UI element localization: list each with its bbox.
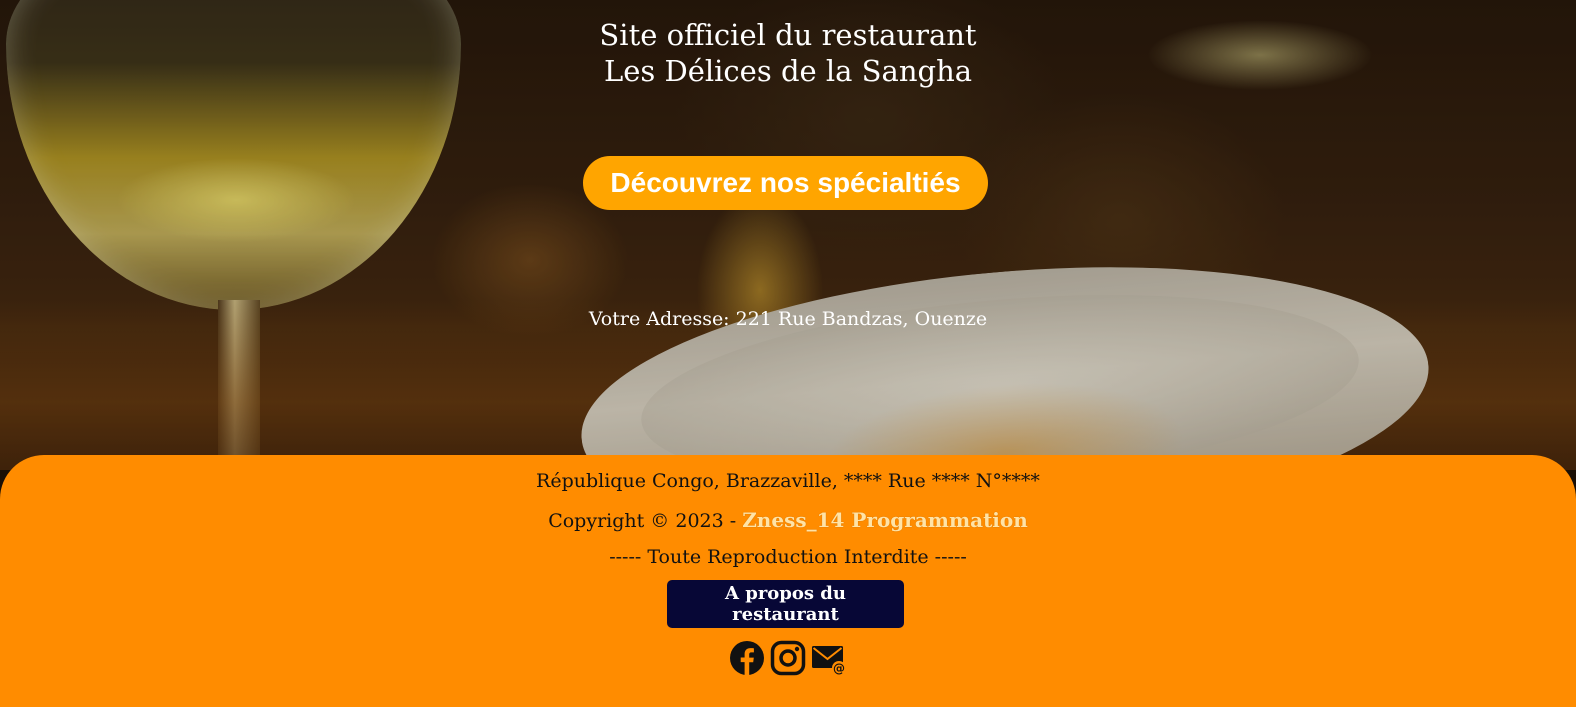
hero-section: Site officiel du restaurant Les Délices … [0,0,1576,470]
restaurant-address: Votre Adresse: 221 Rue Bandzas, Ouenze [588,308,988,330]
site-title-line-1: Site officiel du restaurant [599,18,977,52]
instagram-link[interactable] [770,640,806,676]
email-icon: @ [812,646,846,676]
instagram-icon [770,640,806,676]
developer-link[interactable]: Zness_14 Programmation [742,508,1028,532]
copyright-text: Copyright © 2023 - [548,510,743,532]
site-title: Site officiel du restaurant Les Délices … [0,17,1576,89]
social-links: @ [0,640,1576,676]
footer-location: République Congo, Brazzaville, **** Rue … [536,470,1040,492]
facebook-icon [730,641,764,675]
reproduction-notice: ----- Toute Reproduction Interdite ----- [609,546,967,568]
facebook-link[interactable] [729,640,765,676]
discover-specialties-button[interactable]: Découvrez nos spécialtiés [583,156,988,210]
about-restaurant-button[interactable]: A propos du restaurant [667,580,904,628]
site-title-line-2: Les Délices de la Sangha [603,54,973,88]
email-link[interactable]: @ [811,640,847,676]
footer: République Congo, Brazzaville, **** Rue … [0,455,1576,707]
footer-copyright: Copyright © 2023 - Zness_14 Programmatio… [0,508,1576,532]
svg-text:@: @ [833,662,845,676]
